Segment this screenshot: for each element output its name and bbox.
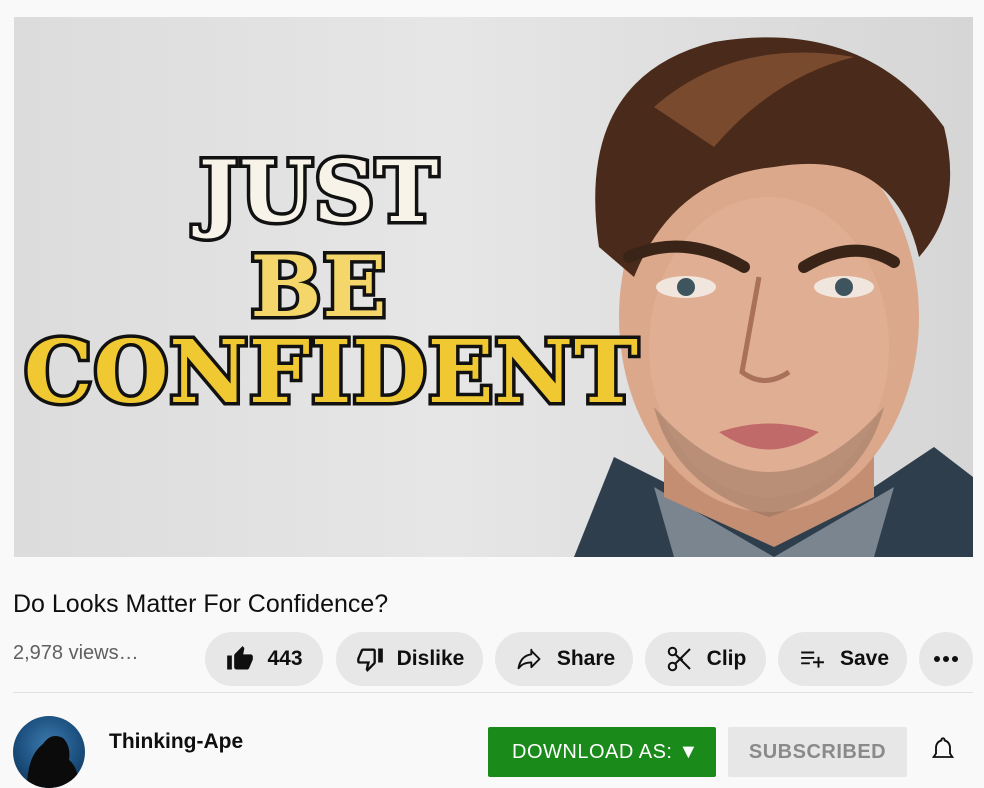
clip-label: Clip bbox=[706, 647, 747, 670]
clip-button[interactable]: Clip bbox=[645, 632, 766, 686]
like-count: 443 bbox=[267, 647, 303, 670]
ape-silhouette-icon bbox=[27, 736, 79, 788]
share-arrow-icon bbox=[513, 645, 545, 673]
video-title: Do Looks Matter For Confidence? bbox=[13, 590, 389, 618]
like-button[interactable]: 443 bbox=[205, 632, 323, 686]
video-player[interactable]: JUST BE CONFIDENT bbox=[14, 17, 973, 557]
save-label: Save bbox=[839, 647, 890, 670]
more-horizontal-icon bbox=[933, 655, 959, 663]
thumbs-down-icon bbox=[355, 645, 385, 673]
channel-avatar[interactable] bbox=[13, 716, 85, 788]
download-as-button[interactable]: DOWNLOAD AS: ▼ bbox=[488, 727, 716, 777]
playlist-add-icon bbox=[796, 646, 828, 672]
view-count[interactable]: 2,978 views… bbox=[13, 642, 139, 665]
share-button[interactable]: Share bbox=[495, 632, 633, 686]
share-label: Share bbox=[556, 647, 616, 670]
save-button[interactable]: Save bbox=[778, 632, 907, 686]
scissors-icon bbox=[665, 644, 695, 674]
thumbnail-text-line-1: JUST bbox=[195, 139, 441, 245]
thumbs-up-icon bbox=[225, 645, 255, 673]
thumbnail-text-line-3: CONFIDENT bbox=[21, 319, 642, 427]
subscribed-button[interactable]: SUBSCRIBED bbox=[728, 727, 907, 777]
bell-icon[interactable] bbox=[929, 736, 957, 769]
channel-name[interactable]: Thinking-Ape bbox=[109, 730, 243, 754]
divider bbox=[13, 692, 973, 693]
dislike-button[interactable]: Dislike bbox=[336, 632, 483, 686]
more-actions-button[interactable] bbox=[919, 632, 973, 686]
dislike-label: Dislike bbox=[396, 647, 465, 670]
